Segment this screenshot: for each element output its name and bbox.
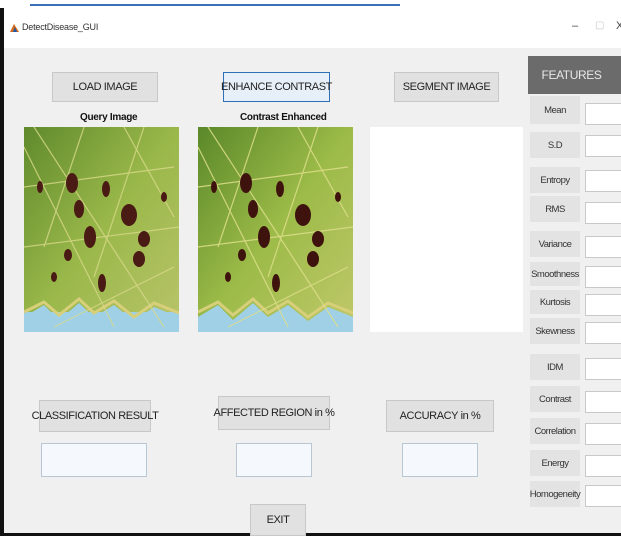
affected-region-button[interactable]: AFFECTED REGION in % [214,396,335,430]
feature-value-variance[interactable] [585,236,621,258]
classification-result-field[interactable] [41,443,147,477]
feature-label-rms: RMS [530,196,580,222]
features-header: FEATURES [528,56,621,94]
segment-image-button[interactable]: SEGMENT IMAGE [394,72,499,102]
contrast-enhanced-leaf-image [198,127,353,332]
feature-value-mean[interactable] [585,103,621,125]
affected-region-field[interactable] [236,443,312,477]
feature-label-homogeneity: Homogeneity [530,481,581,507]
accuracy-button[interactable]: ACCURACY in % [386,400,494,432]
feature-value-contrast[interactable] [585,391,621,413]
feature-value-idm[interactable] [585,358,621,380]
feature-label-energy: Energy [530,450,580,476]
contrast-enhanced-caption: Contrast Enhanced [240,112,327,123]
feature-value-correlation[interactable] [585,423,621,445]
segmented-image-panel [370,127,523,332]
feature-label-entropy: Entropy [530,167,580,193]
classification-result-button[interactable]: CLASSIFICATION RESULT [32,400,159,432]
close-icon[interactable]: X [616,20,621,32]
enhance-contrast-button[interactable]: ENHANCE CONTRAST [221,72,332,102]
title-bar[interactable]: DetectDisease_GUI – ▢ X [4,8,621,48]
feature-label-mean: Mean [530,96,580,124]
feature-value-rms[interactable] [585,202,621,224]
feature-label-smoothness: Smoothness [530,262,580,286]
feature-value-energy[interactable] [585,455,621,477]
feature-label-sd: S.D [530,132,580,158]
feature-label-contrast: Contrast [530,386,580,412]
window-top-edge [0,0,621,8]
feature-value-kurtosis[interactable] [585,294,621,316]
app-icon [10,24,19,32]
feature-value-entropy[interactable] [585,170,621,192]
window-title: DetectDisease_GUI [22,22,99,32]
feature-value-homogeneity[interactable] [585,485,621,507]
feature-value-skewness[interactable] [585,322,621,344]
feature-label-correlation: Correlation [530,418,580,444]
exit-button[interactable]: EXIT [250,504,306,536]
accuracy-field[interactable] [402,443,478,477]
feature-value-sd[interactable] [585,135,621,157]
main-panel: LOAD IMAGE ENHANCE CONTRAST SEGMENT IMAG… [4,48,621,536]
feature-label-variance: Variance [530,231,580,257]
feature-label-idm: IDM [530,354,580,380]
query-leaf-image [24,127,179,332]
feature-label-skewness: Skewness [530,318,580,344]
minimize-icon[interactable]: – [572,20,578,32]
feature-value-smoothness[interactable] [585,266,621,288]
load-image-button[interactable]: LOAD IMAGE [52,72,158,102]
query-image-caption: Query Image [80,112,138,123]
maximize-icon[interactable]: ▢ [595,20,604,31]
feature-label-kurtosis: Kurtosis [530,290,580,314]
